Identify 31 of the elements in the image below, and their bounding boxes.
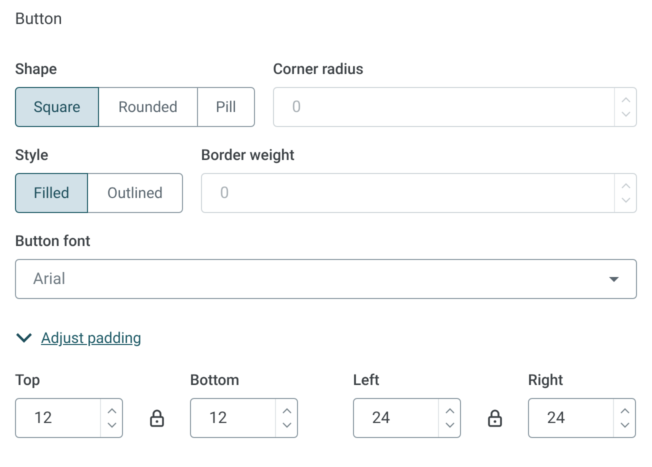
field-label: Shape	[15, 59, 58, 79]
field-label: Left	[353, 370, 380, 390]
number-field[interactable]: 24	[528, 398, 636, 438]
option-button[interactable]: Square	[15, 87, 99, 127]
field-label: Bottom	[190, 370, 240, 390]
field-value: 0	[219, 182, 230, 204]
caret-icon	[609, 276, 619, 282]
field-value: 12	[208, 406, 228, 428]
number-field[interactable]: 12	[15, 398, 123, 438]
field-value: 12	[33, 406, 53, 428]
option-button[interactable]: Pill	[197, 87, 255, 127]
number-field[interactable]: 24	[353, 398, 461, 438]
number-field[interactable]: 12	[190, 398, 298, 438]
field-value: 24	[546, 406, 566, 428]
field-label: Corner radius	[273, 59, 364, 79]
lock-icon[interactable]	[150, 408, 164, 426]
field-label: Right	[528, 370, 564, 390]
field-label: Style	[15, 145, 50, 165]
option-button[interactable]: Outlined	[87, 173, 183, 213]
adjust-padding-link[interactable]: Adjust padding	[41, 327, 142, 350]
option-button[interactable]: Filled	[15, 173, 88, 213]
field-value: 0	[291, 96, 302, 118]
field-label: Button font	[15, 231, 92, 251]
section-title: Button	[15, 8, 64, 30]
field-label: Top	[15, 370, 42, 390]
field-label: Border weight	[201, 145, 296, 165]
lock-icon[interactable]	[488, 408, 502, 426]
field-value: 24	[371, 406, 391, 428]
font-dropdown[interactable]: Arial	[15, 259, 637, 299]
dropdown-value: Arial	[33, 268, 66, 290]
option-button[interactable]: Rounded	[98, 87, 198, 127]
